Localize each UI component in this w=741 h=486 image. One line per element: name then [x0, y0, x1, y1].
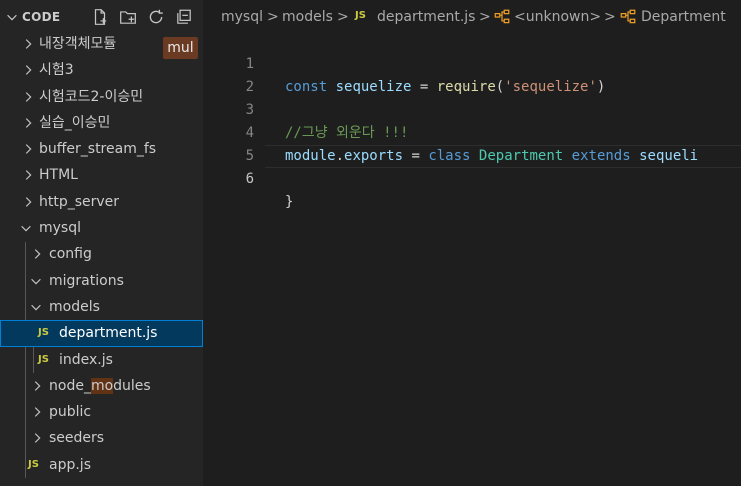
tree-folder-node-modules[interactable]: node_modules	[0, 373, 203, 399]
tree-folder-public[interactable]: public	[0, 399, 203, 425]
chevron-right-icon	[25, 144, 32, 154]
new-file-icon[interactable]	[91, 8, 109, 26]
tree-folder-buffer-stream-fs[interactable]: buffer_stream_fs	[0, 136, 203, 162]
tree-item-label: config	[49, 246, 92, 263]
code-line-5[interactable]: 5	[203, 122, 741, 164]
breadcrumb-folder-models[interactable]: models	[282, 9, 333, 25]
chevron-right-icon	[34, 433, 41, 444]
tree-item-label: public	[49, 404, 92, 421]
tree-item-label: http_server	[39, 193, 120, 210]
tree-folder-practice[interactable]: 실습_이승민	[0, 110, 203, 136]
tree-folder-exam-code2[interactable]: 시험코드2-이승민	[0, 84, 203, 110]
symbol-class-icon	[494, 9, 510, 24]
code-line-2[interactable]: 2	[203, 53, 741, 95]
tree-item-label: 시험코드2-이승민	[39, 88, 144, 105]
chevron-down-icon	[31, 278, 41, 285]
new-folder-icon[interactable]	[119, 8, 137, 26]
breadcrumb-separator: >	[337, 9, 349, 25]
label-part: dules	[113, 377, 151, 394]
label-part: node_	[49, 377, 91, 394]
code-line-4[interactable]: 4 module.exports = class Department exte…	[203, 99, 741, 164]
chevron-right-icon	[25, 196, 32, 207]
tree-folder-exam3[interactable]: 시험3	[0, 57, 203, 83]
chevron-right-icon	[25, 118, 32, 128]
tree-item-label: migrations	[49, 272, 124, 289]
file-tree: 내장객체모듈 시험3 시험코드2-이승민 실습_이승민 buffer_strea…	[0, 31, 203, 478]
chevron-right-icon	[25, 91, 32, 102]
section-title: CODE	[22, 10, 61, 24]
tree-item-label: department.js	[59, 325, 158, 342]
tree-item-label: buffer_stream_fs	[39, 141, 157, 158]
tree-file-index-js[interactable]: JS index.js	[0, 347, 203, 373]
tree-item-label: HTML	[39, 167, 78, 184]
code-editor[interactable]: mysql > models > JS department.js > <unk…	[203, 0, 741, 486]
code-line-1[interactable]: 1 const sequelize = require('sequelize')	[203, 30, 741, 95]
explorer-header[interactable]: CODE	[0, 0, 203, 35]
tree-file-app-js[interactable]: JS app.js	[0, 452, 203, 478]
breadcrumb-file[interactable]: department.js	[377, 9, 475, 25]
hover-tooltip: mul	[163, 37, 198, 59]
code-line-3[interactable]: 3 //그냥 외운다 !!!	[203, 76, 741, 141]
tree-item-label: 내장객체모듈	[39, 36, 117, 52]
chevron-down-icon	[31, 304, 41, 311]
tree-folder-seeders[interactable]: seeders	[0, 425, 203, 451]
tree-folder-mysql[interactable]: mysql	[0, 215, 203, 241]
breadcrumb-folder-mysql[interactable]: mysql	[221, 9, 263, 25]
explorer-sidebar: CODE 내장객체모듈 시험3 시험코드2-이승민 실습_이승민 buffer_…	[0, 0, 203, 486]
symbol-class-icon	[620, 9, 636, 24]
chevron-right-icon	[25, 39, 32, 49]
tree-folder-config[interactable]: config	[0, 241, 203, 267]
tree-item-label: app.js	[49, 456, 91, 473]
js-file-icon: JS	[355, 10, 366, 21]
tree-item-label: mysql	[39, 220, 81, 237]
chevron-right-icon	[25, 170, 32, 181]
tree-folder-models[interactable]: models	[0, 294, 203, 320]
collapse-all-icon[interactable]	[175, 8, 193, 26]
breadcrumb-symbol-department[interactable]: Department	[641, 9, 726, 25]
token-brace: }	[285, 194, 294, 210]
chevron-right-icon	[34, 249, 41, 260]
js-file-icon: JS	[28, 458, 39, 470]
tree-folder-html[interactable]: HTML	[0, 162, 203, 188]
js-file-icon: JS	[38, 327, 49, 339]
chevron-right-icon	[34, 381, 41, 391]
breadcrumb: mysql > models > JS department.js > <unk…	[203, 0, 741, 34]
line-number: 6	[245, 171, 254, 187]
search-highlight: mo	[90, 377, 114, 394]
tree-item-label: index.js	[59, 351, 113, 368]
chevron-right-icon	[25, 65, 32, 76]
tree-folder-migrations[interactable]: migrations	[0, 268, 203, 294]
breadcrumb-separator: >	[267, 9, 279, 25]
code-area[interactable]: 1 const sequelize = require('sequelize')…	[203, 30, 741, 210]
tree-item-label: node_modules	[49, 373, 151, 399]
chevron-down-icon[interactable]	[5, 10, 19, 24]
hint-dots: ...	[453, 79, 469, 90]
breadcrumb-separator: >	[479, 9, 491, 25]
code-line-6[interactable]: 6 }	[203, 145, 741, 210]
tree-item-label: 실습_이승민	[39, 114, 111, 131]
js-file-icon: JS	[38, 353, 49, 365]
chevron-right-icon	[34, 407, 41, 417]
breadcrumb-separator: >	[604, 9, 616, 25]
refresh-icon[interactable]	[147, 8, 165, 26]
tree-item-label: 시험3	[39, 62, 74, 79]
tree-item-label: models	[49, 298, 100, 315]
tree-item-label: seeders	[49, 430, 105, 447]
tree-file-department-js[interactable]: JS department.js	[0, 320, 203, 347]
chevron-down-icon	[21, 225, 31, 232]
breadcrumb-symbol-unknown[interactable]: <unknown>	[514, 9, 601, 25]
tree-folder-http-server[interactable]: http_server	[0, 189, 203, 215]
